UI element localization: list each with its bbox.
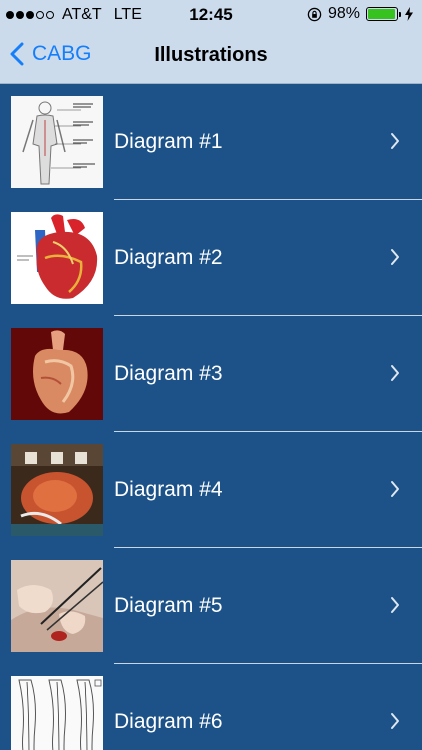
diagram-label: Diagram #2 (114, 246, 223, 269)
chevron-right-icon (391, 481, 399, 497)
suture-photo-image (11, 560, 103, 652)
chevron-right-icon (391, 713, 399, 729)
diagram-label: Diagram #4 (114, 478, 223, 501)
leg-vein-thumbnail (11, 676, 103, 750)
diagram-row-1[interactable]: Diagram #1 (0, 84, 422, 200)
status-right: 98% (307, 5, 414, 23)
diagram-row-2[interactable]: Diagram #2 (0, 200, 422, 316)
diagram-row-6[interactable]: Diagram #6 (0, 664, 422, 750)
diagram-list: Diagram #1 Diagram #2 Diagram #3 Diagram… (0, 84, 422, 750)
chevron-right-icon (391, 365, 399, 381)
diagram-label: Diagram #3 (114, 362, 223, 385)
chevron-right-icon (391, 597, 399, 613)
diagram-row-3[interactable]: Diagram #3 (0, 316, 422, 432)
heart-photo-image (11, 328, 103, 420)
heart-bypass-thumbnail (11, 212, 103, 304)
diagram-label: Diagram #1 (114, 130, 223, 153)
diagram-label: Diagram #5 (114, 594, 223, 617)
battery-tip (399, 12, 401, 17)
diagram-row-5[interactable]: Diagram #5 (0, 548, 422, 664)
orientation-lock-icon (307, 7, 322, 21)
chevron-right-icon (391, 133, 399, 149)
diagram-label: Diagram #6 (114, 710, 223, 733)
surgery-photo-thumbnail (11, 444, 103, 536)
charging-bolt-icon (405, 7, 413, 21)
suture-photo-thumbnail (11, 560, 103, 652)
chevron-right-icon (391, 249, 399, 265)
heart-illustration (11, 212, 103, 304)
surgery-photo-image (11, 444, 103, 536)
battery-percent: 98% (327, 5, 360, 22)
heart-photo-thumbnail (11, 328, 103, 420)
navigation-bar: CABG Illustrations (0, 30, 422, 84)
anatomy-vessels-thumbnail (11, 96, 103, 188)
anatomy-illustration (11, 96, 103, 188)
battery-icon (366, 7, 401, 21)
diagram-row-4[interactable]: Diagram #4 (0, 432, 422, 548)
page-title: Illustrations (154, 44, 268, 66)
leg-vein-illustration (11, 676, 103, 750)
status-bar: AT&T LTE 12:45 98% (0, 0, 422, 30)
battery-fill (368, 9, 396, 19)
